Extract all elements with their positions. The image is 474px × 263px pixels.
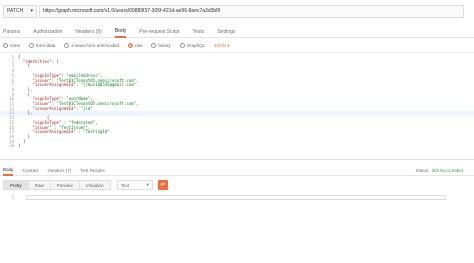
body-option-none[interactable]: none — [3, 43, 20, 48]
tab-settings[interactable]: Settings — [217, 26, 235, 38]
request-url-bar: PATCH ▾ https://graph.microsoft.com/v1.0… — [0, 0, 474, 22]
response-format-select[interactable]: Text ▾ — [116, 180, 153, 190]
tab-headers[interactable]: Headers (9) — [75, 26, 101, 38]
method-select[interactable]: PATCH ▾ — [3, 4, 37, 18]
tab-tests[interactable]: Tests — [193, 26, 205, 38]
body-option-form-data[interactable]: form-data — [29, 43, 55, 48]
status-value: 204 No Content — [431, 168, 463, 173]
view-preview-button[interactable]: Preview — [51, 181, 80, 189]
response-tab-body[interactable]: Body — [3, 165, 14, 176]
radio-icon — [3, 43, 8, 48]
response-tab-headers[interactable]: Headers (7) — [48, 165, 72, 176]
response-tabs: Body Cookies Headers (7) Test Results St… — [0, 165, 474, 176]
wrap-lines-icon[interactable]: ⇌ — [157, 180, 168, 190]
radio-icon — [151, 43, 157, 48]
radio-icon — [179, 43, 185, 48]
chevron-down-icon: ▾ — [30, 8, 33, 14]
response-body-editor[interactable]: 1 — [0, 193, 474, 203]
code-text: } — [18, 143, 21, 149]
line-number: 20 — [9, 143, 14, 149]
chevron-down-icon: ▾ — [226, 42, 230, 48]
request-body-editor[interactable]: 1{2 "identities": [3 {4 5 "signInType": "… — [0, 52, 474, 160]
view-visualize-button[interactable]: Visualize — [80, 181, 110, 189]
response-tab-test-results[interactable]: Test Results — [80, 165, 105, 176]
chevron-down-icon: ▾ — [146, 182, 149, 187]
view-raw-button[interactable]: Raw — [29, 181, 51, 189]
status-label: Status: — [415, 168, 430, 173]
body-format-select[interactable]: JSON ▾ — [214, 43, 230, 49]
code-line[interactable]: 20} — [0, 144, 474, 149]
response-view-bar: Pretty Raw Preview Visualize Text ▾ ⇌ — [0, 179, 474, 191]
tab-body[interactable]: Body — [114, 26, 127, 38]
request-tabs: Params Authorization Headers (9) Body Pr… — [0, 26, 474, 38]
response-line-input[interactable] — [26, 195, 446, 200]
response-format-label: Text — [120, 182, 129, 188]
tab-pre-request-script[interactable]: Pre-request Script — [139, 26, 179, 38]
body-option-binary[interactable]: binary — [151, 43, 171, 48]
method-label: PATCH — [7, 8, 24, 14]
tab-params[interactable]: Params — [3, 26, 20, 38]
body-format-label: JSON — [214, 43, 227, 48]
radio-selected-icon — [128, 43, 134, 48]
line-number: 1 — [11, 195, 14, 200]
url-input[interactable]: https://graph.microsoft.com/v1.0/users/0… — [39, 4, 464, 18]
view-pretty-button[interactable]: Pretty — [4, 181, 29, 189]
body-option-graphql[interactable]: GraphQL — [179, 43, 205, 48]
radio-icon — [64, 43, 70, 48]
tab-authorization[interactable]: Authorization — [33, 26, 62, 38]
view-mode-group: Pretty Raw Preview Visualize — [3, 180, 111, 190]
radio-icon — [29, 43, 35, 48]
response-status: Status: 204 No Content — [415, 165, 463, 176]
body-type-options: none form-data x-www-form-urlencoded raw… — [0, 40, 474, 51]
response-tab-cookies[interactable]: Cookies — [22, 165, 38, 176]
body-option-urlencoded[interactable]: x-www-form-urlencoded — [64, 43, 119, 48]
body-option-raw[interactable]: raw — [128, 43, 142, 48]
